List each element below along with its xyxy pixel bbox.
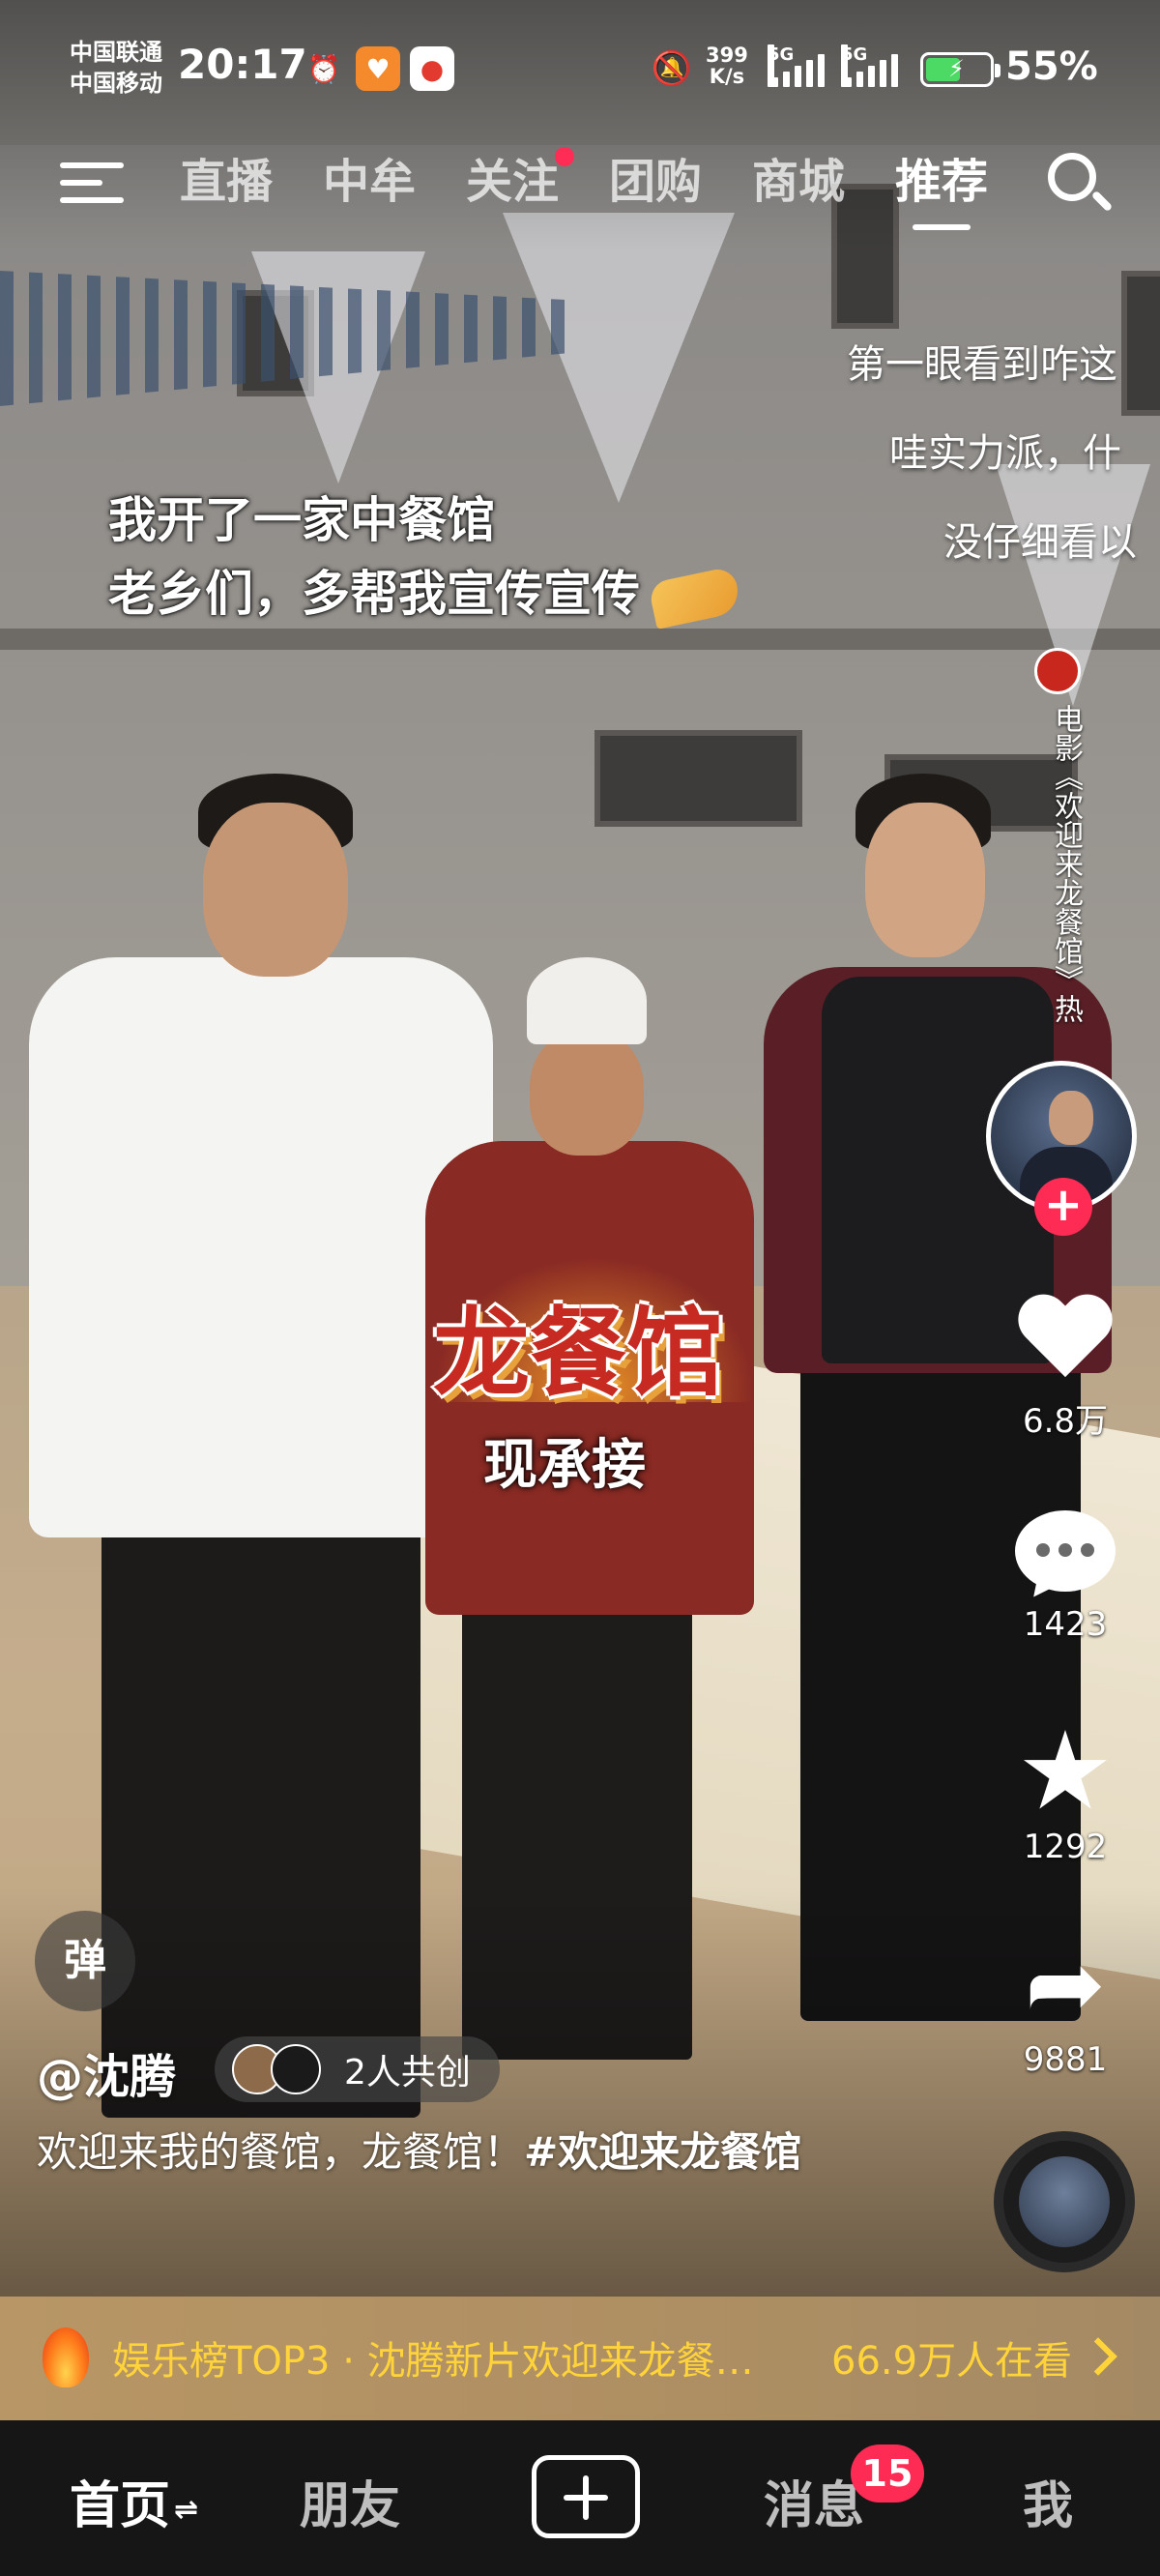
net-speed: 399 K/s (706, 44, 748, 87)
video-description: 欢迎来我的餐馆，龙餐馆！#欢迎来龙餐馆 (37, 2122, 868, 2183)
co-create-label: 2人共创 (344, 2053, 471, 2093)
tab-live[interactable]: 直播 (155, 151, 298, 219)
net-speed-unit: K/s (709, 65, 745, 88)
hot-list-banner[interactable]: 娱乐榜TOP3 · 沈腾新片欢迎来龙餐… 66.9万人在看 (0, 2297, 1160, 2420)
danmaku-comment: 没仔细看以 (943, 520, 1137, 565)
top-nav: 直播 中牟 关注 团购 商城 推荐 (0, 145, 1160, 230)
nav-friends[interactable]: 朋友 (300, 2465, 400, 2537)
co-creator-avatars (232, 2044, 333, 2094)
caption-line-1: 我开了一家中餐馆 (108, 492, 495, 548)
favorite-button[interactable]: ★ 1292 (1005, 1709, 1125, 1866)
mute-bell-icon: 🔕 (651, 49, 693, 88)
star-icon: ★ (1016, 1709, 1115, 1834)
alarm-icon: ⏰ (306, 52, 341, 85)
battery-icon: ⚡ (920, 52, 1000, 87)
follow-button[interactable]: + (1034, 1178, 1092, 1236)
piggy-app-icon: ● (410, 46, 454, 91)
overlay-subtitle: 现承接 (483, 1434, 646, 1497)
status-time: 20:17 (178, 41, 307, 88)
feed-tabs: 直播 中牟 关注 团购 商城 推荐 (155, 147, 1013, 230)
nav-me[interactable]: 我 (1023, 2465, 1073, 2537)
person-chef-head (203, 803, 348, 977)
share-arrow-icon: ➦ (1025, 1927, 1106, 2040)
tab-following[interactable]: 关注 (441, 147, 584, 219)
nav-home[interactable]: 首页 ⇌ (70, 2465, 198, 2537)
movie-tag[interactable]: 电影《欢迎来龙餐馆》热 (1036, 704, 1083, 1023)
flame-icon (43, 2327, 89, 2387)
chandelier (503, 213, 735, 503)
signal-1-icon: 5G (768, 44, 845, 87)
unread-dot (555, 147, 574, 166)
tab-recommended[interactable]: 推荐 (870, 151, 1013, 230)
comment-button[interactable]: 1423 (1005, 1510, 1125, 1644)
music-disc[interactable] (994, 2131, 1135, 2272)
status-bar: 中国联通 中国移动 20:17 ⏰ ♥ ● 🔕 399 K/s 5G 5G ⚡ … (0, 0, 1160, 145)
menu-icon[interactable] (60, 159, 124, 207)
signal-2-icon: 5G (841, 44, 918, 87)
battery-percent: 55% (1005, 44, 1098, 89)
comment-bubble-icon (1015, 1510, 1116, 1607)
danmaku-comment: 第一眼看到咋这 (847, 342, 1117, 387)
share-button[interactable]: ➦ 9881 (1005, 1927, 1125, 2080)
waving-hand-icon (647, 565, 743, 629)
caption-line-2: 老乡们，多帮我宣传宣传 (108, 557, 743, 630)
person-boy-chef-hat (527, 957, 647, 1044)
person-waiter-head (865, 803, 985, 957)
carrier-2: 中国移动 (70, 70, 162, 97)
danmaku-toggle-button[interactable]: 弹 (35, 1911, 135, 2011)
create-post-button[interactable] (532, 2455, 640, 2538)
messages-badge: 15 (851, 2444, 924, 2503)
carrier-1: 中国联通 (70, 39, 162, 66)
refresh-toggle-icon: ⇌ (174, 2492, 199, 2527)
author-name[interactable]: @沈腾 (37, 2038, 176, 2106)
window (1121, 271, 1160, 416)
description-text: 欢迎来我的餐馆，龙餐馆！ (37, 2128, 525, 2176)
overlay-title: 龙餐馆 (433, 1297, 723, 1410)
movie-logo-icon (1034, 648, 1081, 694)
search-icon[interactable] (1044, 149, 1114, 217)
tab-mall[interactable]: 商城 (727, 151, 870, 219)
comment-count: 1423 (1023, 1605, 1108, 1644)
carrier-labels: 中国联通 中国移动 (70, 37, 162, 99)
like-count: 6.8万 (1022, 1402, 1109, 1441)
share-count: 9881 (1023, 2040, 1108, 2079)
hashtag-link[interactable]: #欢迎来龙餐馆 (524, 2128, 801, 2176)
tab-local[interactable]: 中牟 (298, 151, 441, 219)
health-app-icon: ♥ (356, 46, 400, 91)
tab-group-buy[interactable]: 团购 (584, 151, 727, 219)
person-boy-head (530, 1030, 644, 1156)
ledge (0, 629, 1160, 650)
person-chef-shirt (29, 957, 493, 1537)
heart-icon (1015, 1296, 1116, 1389)
hot-list-text: 娱乐榜TOP3 · 沈腾新片欢迎来龙餐… (112, 2339, 754, 2384)
net-speed-value: 399 (706, 44, 748, 67)
bottom-nav: 首页 ⇌ 朋友 消息 我 (0, 2420, 1160, 2576)
like-button[interactable]: 6.8万 (1005, 1296, 1125, 1442)
nav-messages[interactable]: 消息 (764, 2465, 864, 2537)
watching-count: 66.9万人在看 (831, 2339, 1073, 2384)
charging-bolt-icon: ⚡ (948, 55, 965, 82)
co-create-chip[interactable]: 2人共创 (215, 2036, 500, 2102)
video-caption: 我开了一家中餐馆 老乡们，多帮我宣传宣传 (108, 483, 743, 630)
chevron-right-icon (1079, 2337, 1117, 2376)
danmaku-comment: 哇实力派，什 (889, 431, 1121, 476)
window (594, 730, 802, 827)
